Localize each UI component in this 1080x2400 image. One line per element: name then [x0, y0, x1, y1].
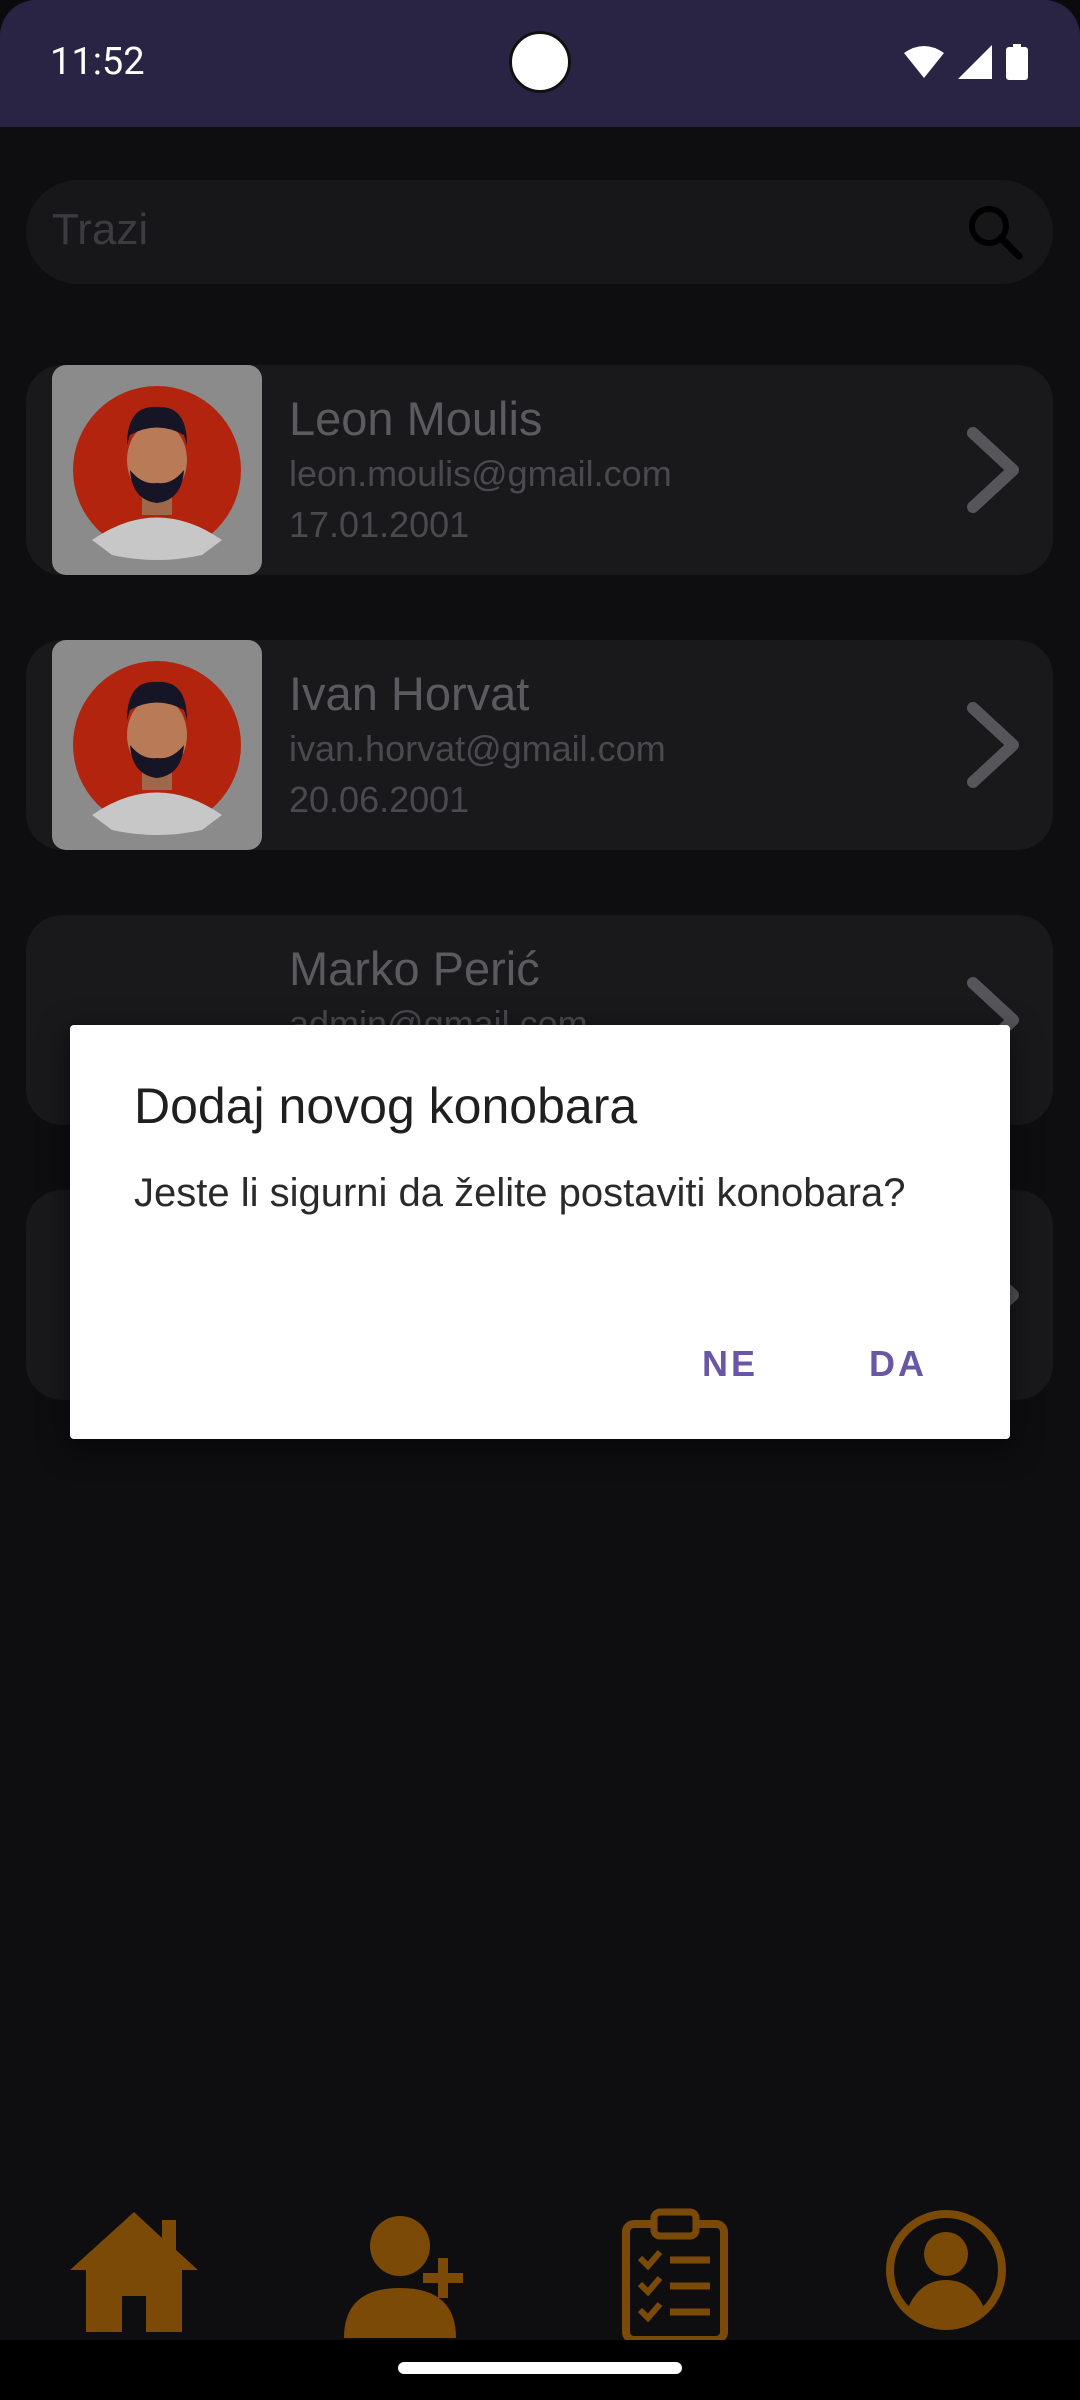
waiter-card[interactable]: Leon Moulis leon.moulis@gmail.com 17.01.…: [26, 365, 1053, 575]
avatar: [52, 365, 262, 575]
home-icon[interactable]: [66, 2208, 202, 2332]
signal-icon: [958, 45, 992, 79]
chevron-right-icon[interactable]: [963, 425, 1023, 515]
confirm-dialog: Dodaj novog konobara Jeste li sigurni da…: [70, 1025, 1010, 1439]
gesture-bar: [0, 2340, 1080, 2400]
profile-icon[interactable]: [884, 2208, 1008, 2332]
waiter-card[interactable]: Ivan Horvat ivan.horvat@gmail.com 20.06.…: [26, 640, 1053, 850]
gesture-handle[interactable]: [398, 2362, 682, 2374]
waiter-name: Marko Perić: [289, 942, 540, 995]
dialog-title: Dodaj novog konobara: [134, 1078, 638, 1134]
chevron-right-icon[interactable]: [963, 700, 1023, 790]
avatar: [52, 640, 262, 850]
yes-button[interactable]: DA: [869, 1343, 927, 1385]
search-input[interactable]: Trazi: [52, 205, 148, 255]
bottom-navigation: [0, 2200, 1080, 2344]
dialog-message: Jeste li sigurni da želite postaviti kon…: [134, 1171, 906, 1215]
battery-icon: [1006, 44, 1028, 80]
waiter-date: 20.06.2001: [289, 779, 470, 820]
no-button[interactable]: NE: [702, 1343, 758, 1385]
search-icon[interactable]: [965, 202, 1025, 262]
waiter-email: leon.moulis@gmail.com: [289, 453, 672, 494]
wifi-icon: [904, 46, 944, 78]
status-time: 11:52: [50, 40, 145, 84]
camera-cutout: [509, 31, 571, 93]
waiter-name: Ivan Horvat: [289, 667, 530, 720]
waiter-name: Leon Moulis: [289, 392, 543, 445]
waiter-email: ivan.horvat@gmail.com: [289, 728, 666, 769]
status-bar: 11:52: [0, 0, 1080, 127]
add-user-icon[interactable]: [340, 2208, 470, 2338]
clipboard-checklist-icon[interactable]: [620, 2208, 730, 2344]
search-bar[interactable]: Trazi: [26, 180, 1053, 284]
man-avatar-icon: [73, 661, 241, 835]
status-icons: [904, 44, 1028, 80]
man-avatar-icon: [73, 386, 241, 560]
waiter-date: 17.01.2001: [289, 504, 470, 545]
